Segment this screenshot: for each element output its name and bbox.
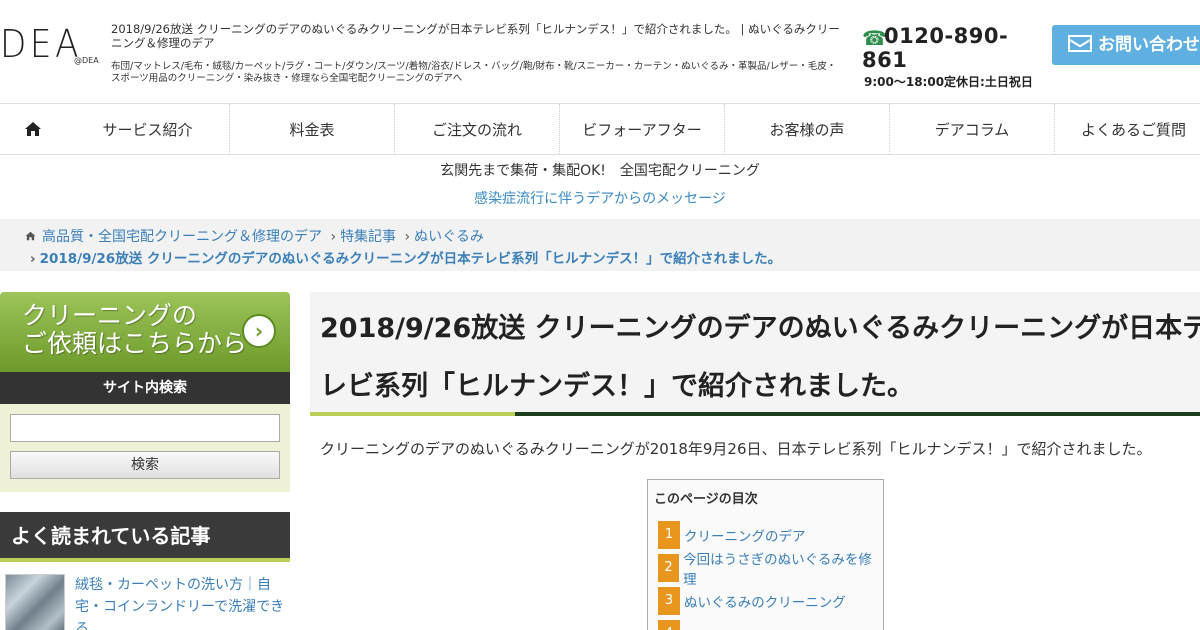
site-header: DEA @DEA 2018/9/26放送 クリーニングのデアのぬいぐるみクリーニ… [0,0,1200,104]
toc-link[interactable]: クリーニングのデア [684,525,806,545]
toc-item[interactable]: 4 [654,620,877,630]
banner-line-2: ご依頼はこちらから [22,329,248,358]
phone-icon: ☎ [862,26,887,50]
site-search-form: 検索 [0,404,290,492]
breadcrumb-subcategory[interactable]: ぬいぐるみ [414,229,484,245]
site-search-heading: サイト内検索 [0,372,290,404]
phone-number: 0120-890-861 [862,24,1009,72]
toc-item[interactable]: 1 クリーニングのデア [654,521,877,549]
site-logo[interactable]: DEA @DEA [0,22,106,72]
home-icon [25,122,41,136]
header-page-title: 2018/9/26放送 クリーニングのデアのぬいぐるみクリーニングが日本テレビ系… [111,22,840,50]
nav-item-order-flow[interactable]: ご注文の流れ [395,104,560,154]
toc-link[interactable]: 今回はうさぎのぬいぐるみを修理 [683,548,877,588]
main-content: 2018/9/26放送 クリーニングのデアのぬいぐるみクリーニングが日本テレビ系… [310,292,1200,630]
toc-link[interactable]: ぬいぐるみのクリーニング [684,591,846,611]
chevron-right-icon: › [30,251,36,267]
toc-item[interactable]: 3 ぬいぐるみのクリーニング [654,587,877,615]
cleaning-request-banner[interactable]: クリーニングの ご依頼はこちらから › [0,292,290,372]
chevron-right-icon: › [404,229,411,245]
title-underline [310,412,1200,416]
article-title-box: 2018/9/26放送 クリーニングのデアのぬいぐるみクリーニングが日本テレビ系… [310,292,1200,412]
header-description: 布団/マットレス/毛布・絨毯/カーペット/ラグ・コート/ダウン/スーツ/着物/浴… [111,61,837,84]
banner-text: クリーニングの ご依頼はこちらから [22,302,247,358]
article-thumbnail[interactable] [5,574,65,630]
breadcrumb-category[interactable]: 特集記事 [340,229,396,245]
table-of-contents: このページの目次 1 クリーニングのデア 2 今回はうさぎのぬいぐるみを修理 3… [647,479,884,630]
sidebar: クリーニングの ご依頼はこちらから › サイト内検索 検索 よく読まれている記事… [0,292,290,630]
global-nav: サービス紹介 料金表 ご注文の流れ ビフォーアフター お客様の声 デアコラム よ… [0,104,1200,155]
toc-title: このページの目次 [654,492,758,507]
contact-button[interactable]: お問い合わせ [1052,25,1200,65]
toc-number: 4 [658,620,680,630]
chevron-right-icon: › [330,229,337,245]
breadcrumb-current-row: › 2018/9/26放送 クリーニングのデアのぬいぐるみクリーニングが日本テレビ… [30,247,781,267]
contact-button-label: お問い合わせ [1098,35,1200,55]
breadcrumb: 高品質・全国宅配クリーニング＆修理のデア › 特集記事 › ぬいぐるみ › 2018/… [0,219,1200,271]
toc-number: 1 [658,521,680,549]
breadcrumb-current[interactable]: 2018/9/26放送 クリーニングのデアのぬいぐるみクリーニングが日本テレビ系… [40,251,782,267]
logo-text: DEA [0,22,83,66]
popular-articles-heading: よく読まれている記事 [0,512,290,562]
article-intro: クリーニングのデアのぬいぐるみクリーニングが2018年9月26日、日本テレビ系列… [320,440,1152,458]
breadcrumb-home[interactable]: 高品質・全国宅配クリーニング＆修理のデア [42,229,322,245]
article-title: 2018/9/26放送 クリーニングのデアのぬいぐるみクリーニングが日本テレビ系… [320,313,1200,402]
home-icon [25,230,36,244]
nav-item-faq[interactable]: よくあるご質問 [1055,104,1196,154]
logo-subtext: @DEA [74,56,99,65]
nav-item-pricing[interactable]: 料金表 [230,104,395,154]
service-tagline: 玄関先まで集荷・集配OK! 全国宅配クリーニング [440,163,760,179]
nav-item-reviews[interactable]: お客様の声 [725,104,890,154]
arrow-right-icon: › [242,314,276,348]
popular-article-title[interactable]: 絨毯・カーペットの洗い方｜自宅・コインランドリーで洗濯できる [75,574,287,630]
nav-item-column[interactable]: デアコラム [890,104,1055,154]
nav-item-before-after[interactable]: ビフォーアフター [560,104,725,154]
mail-icon [1068,35,1092,52]
toc-number: 2 [658,554,680,582]
toc-number: 3 [658,587,680,615]
breadcrumb-row: 高品質・全国宅配クリーニング＆修理のデア › 特集記事 › ぬいぐるみ [25,226,484,246]
popular-article-item[interactable]: 絨毯・カーペットの洗い方｜自宅・コインランドリーで洗濯できる [0,574,290,630]
nav-item-services[interactable]: サービス紹介 [66,104,230,154]
phone-contact[interactable]: ☎0120-890-861 9:00〜18:00定休日:土日祝日 [862,24,1042,90]
notice-link[interactable]: 感染症流行に伴うデアからのメッセージ [0,188,1200,208]
nav-home[interactable] [0,104,66,154]
toc-item[interactable]: 2 今回はうさぎのぬいぐるみを修理 [654,552,877,588]
search-input[interactable] [10,414,280,442]
business-hours: 9:00〜18:00定休日:土日祝日 [864,75,1033,89]
banner-line-1: クリーニングの [22,301,198,330]
search-button[interactable]: 検索 [10,451,280,479]
